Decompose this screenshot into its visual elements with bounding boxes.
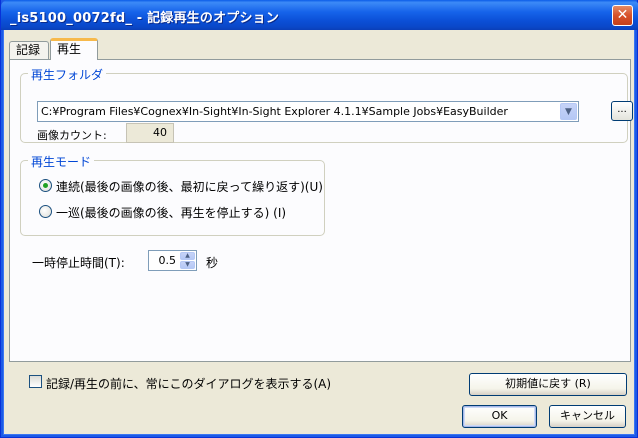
show-dialog-checkbox[interactable] xyxy=(29,375,42,388)
dialog-window: _is5100_0072fd_ - 記録再生のオプション ✕ 記録 再生 再生フ… xyxy=(0,0,638,438)
pause-time-value: 0.5 xyxy=(158,254,177,267)
radio-once-button[interactable] xyxy=(39,205,52,218)
image-count-label: 画像カウント: xyxy=(37,129,107,142)
playback-mode-label: 再生モード xyxy=(28,153,95,170)
pause-time-label: 一時停止時間(T): xyxy=(32,256,125,270)
tab-record[interactable]: 記録 xyxy=(9,41,49,60)
radio-once-label: 一巡(最後の画像の後、再生を停止する) (I) xyxy=(56,206,287,220)
cancel-button[interactable]: キャンセル xyxy=(549,405,626,428)
chevron-up-icon[interactable]: ▲ xyxy=(180,252,195,260)
playback-folder-label: 再生フォルダ xyxy=(28,66,107,83)
pause-time-unit: 秒 xyxy=(206,256,219,270)
radio-continuous-label: 連続(最後の画像の後、最初に戻って繰り返す)(U) xyxy=(56,180,323,194)
pause-time-stepper[interactable]: 0.5 ▲ ▼ xyxy=(148,250,197,271)
window-title: _is5100_0072fd_ - 記録再生のオプション xyxy=(10,11,280,26)
stepper-buttons: ▲ ▼ xyxy=(180,252,195,269)
chevron-down-icon[interactable]: ▼ xyxy=(560,103,577,120)
folder-path-value: C:¥Program Files¥Cognex¥In-Sight¥In-Sigh… xyxy=(41,105,508,118)
tab-panel-playback: 再生フォルダ C:¥Program Files¥Cognex¥In-Sight¥… xyxy=(9,59,633,362)
playback-mode-group: 再生モード 連続(最後の画像の後、最初に戻って繰り返す)(U) 一巡(最後の画像… xyxy=(20,153,325,236)
tab-playback[interactable]: 再生 xyxy=(50,38,98,60)
image-count-value: 40 xyxy=(126,123,174,143)
title-bar[interactable]: _is5100_0072fd_ - 記録再生のオプション ✕ xyxy=(1,0,638,30)
close-button[interactable]: ✕ xyxy=(612,5,633,26)
show-dialog-label: 記録/再生の前に、常にこのダイアログを表示する(A) xyxy=(46,377,332,391)
browse-button[interactable]: ... xyxy=(611,101,633,121)
reset-defaults-button[interactable]: 初期値に戻す (R) xyxy=(469,373,627,396)
radio-continuous-button[interactable] xyxy=(39,179,52,192)
ok-button[interactable]: OK xyxy=(462,405,537,428)
chevron-down-icon[interactable]: ▼ xyxy=(180,261,195,269)
folder-path-combo[interactable]: C:¥Program Files¥Cognex¥In-Sight¥In-Sigh… xyxy=(37,101,579,122)
close-icon: ✕ xyxy=(616,7,629,23)
playback-folder-group: 再生フォルダ C:¥Program Files¥Cognex¥In-Sight¥… xyxy=(20,66,633,143)
